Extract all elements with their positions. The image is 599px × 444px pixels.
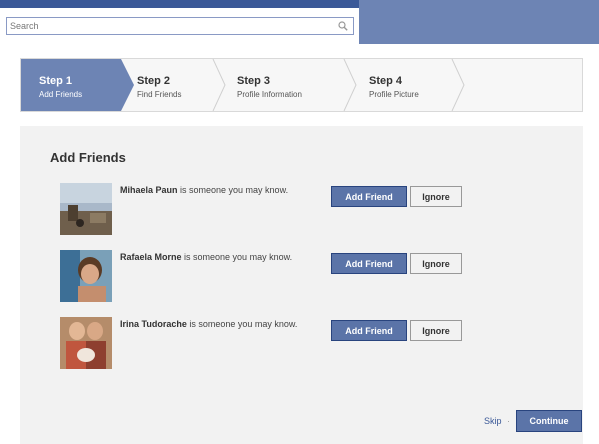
step-3[interactable]: Step 3 Profile Information bbox=[237, 59, 347, 111]
friend-name[interactable]: Irina Tudorache bbox=[120, 319, 187, 329]
ignore-button[interactable]: Ignore bbox=[410, 320, 462, 341]
step-4-divider bbox=[451, 59, 465, 111]
step-2-title: Step 2 bbox=[137, 75, 171, 87]
avatar[interactable] bbox=[60, 317, 112, 369]
step-4-title: Step 4 bbox=[369, 75, 403, 87]
add-friend-button[interactable]: Add Friend bbox=[331, 320, 407, 341]
step-1-arrow bbox=[121, 59, 134, 111]
suggestion-row: Mihaela Paun is someone you may know. Ad… bbox=[60, 183, 480, 235]
friend-name[interactable]: Mihaela Paun bbox=[120, 185, 178, 195]
friend-name[interactable]: Rafaela Morne bbox=[120, 252, 182, 262]
step-1-title: Step 1 bbox=[39, 75, 73, 87]
add-friend-button[interactable]: Add Friend bbox=[331, 253, 407, 274]
avatar[interactable] bbox=[60, 250, 112, 302]
step-3-divider bbox=[343, 59, 357, 111]
top-bar-fill bbox=[359, 0, 599, 44]
top-bar bbox=[0, 0, 599, 44]
step-3-subtitle: Profile Information bbox=[237, 90, 302, 99]
suggestion-row: Rafaela Morne is someone you may know. A… bbox=[60, 250, 480, 302]
search-input[interactable] bbox=[7, 18, 330, 34]
avatar-photo-icon bbox=[60, 250, 112, 302]
step-2-subtitle: Find Friends bbox=[137, 90, 182, 99]
search-box[interactable] bbox=[6, 17, 354, 35]
step-1[interactable]: Step 1 Add Friends bbox=[21, 59, 121, 111]
continue-button[interactable]: Continue bbox=[516, 410, 582, 432]
step-2-divider bbox=[212, 59, 226, 111]
skip-link[interactable]: Skip bbox=[484, 416, 502, 426]
step-progress-bar: Step 1 Add Friends Step 2 Find Friends S… bbox=[20, 58, 583, 112]
ignore-button[interactable]: Ignore bbox=[410, 186, 462, 207]
suggestion-phrase: is someone you may know. bbox=[186, 319, 298, 329]
suggestion-text: Irina Tudorache is someone you may know. bbox=[120, 319, 330, 330]
step-3-title: Step 3 bbox=[237, 75, 271, 87]
add-friend-button[interactable]: Add Friend bbox=[331, 186, 407, 207]
section-title: Add Friends bbox=[50, 150, 126, 165]
avatar-photo-icon bbox=[60, 183, 112, 235]
suggestion-phrase: is someone you may know. bbox=[181, 252, 293, 262]
suggestion-phrase: is someone you may know. bbox=[177, 185, 289, 195]
step-2[interactable]: Step 2 Find Friends bbox=[137, 59, 217, 111]
ignore-button[interactable]: Ignore bbox=[410, 253, 462, 274]
step-4-subtitle: Profile Picture bbox=[369, 90, 419, 99]
footer-separator: · bbox=[507, 416, 510, 426]
suggestion-text: Mihaela Paun is someone you may know. bbox=[120, 185, 330, 196]
search-icon[interactable] bbox=[338, 21, 348, 31]
avatar-photo-icon bbox=[60, 317, 112, 369]
suggestion-text: Rafaela Morne is someone you may know. bbox=[120, 252, 330, 263]
suggestion-row: Irina Tudorache is someone you may know.… bbox=[60, 317, 480, 369]
step-1-subtitle: Add Friends bbox=[39, 90, 83, 99]
avatar[interactable] bbox=[60, 183, 112, 235]
